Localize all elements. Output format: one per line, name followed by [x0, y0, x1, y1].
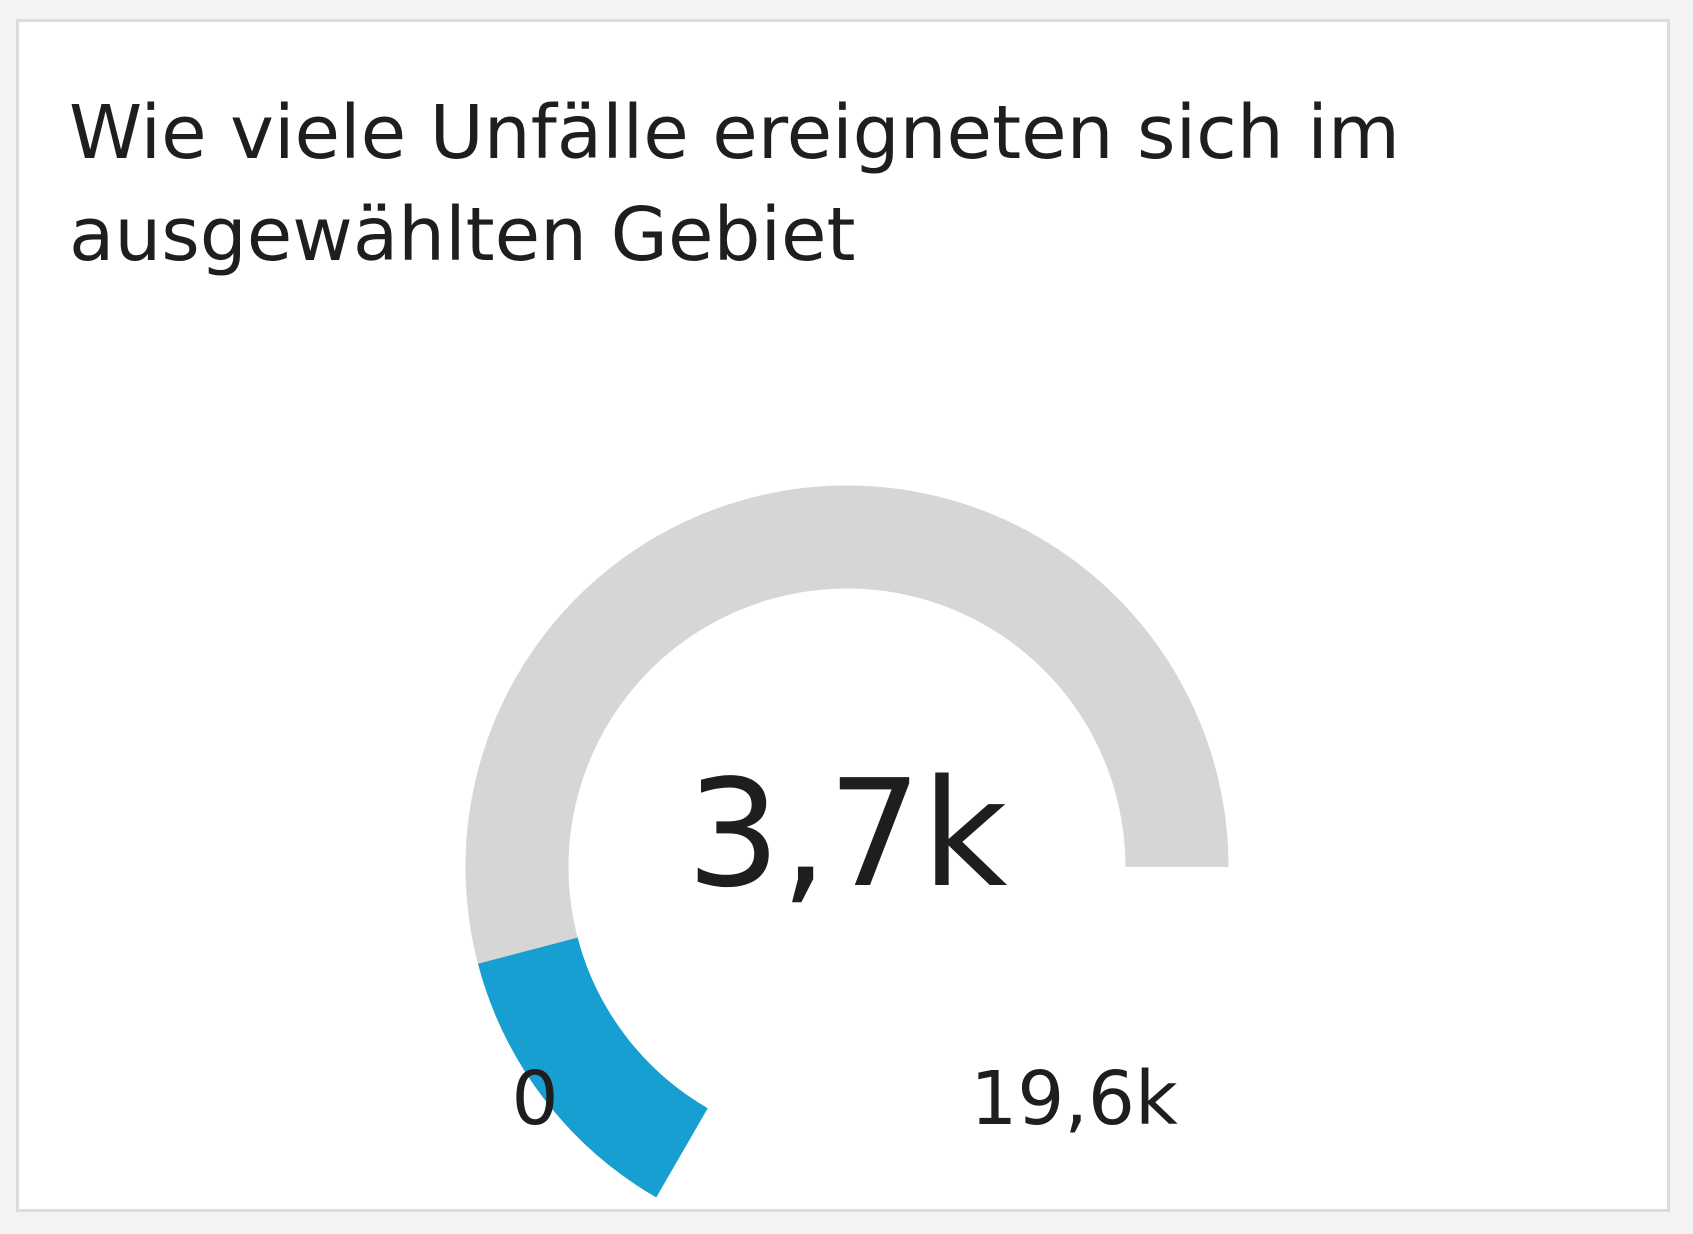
gauge-card: Wie viele Unfälle ereigneten sich im aus… — [16, 19, 1670, 1212]
gauge-max-label: 19,6k — [970, 1056, 1178, 1142]
gauge-chart: 3,7k 0 19,6k — [465, 485, 1229, 1198]
gauge-value-label: 3,7k — [686, 748, 1007, 920]
gauge-min-label: 0 — [511, 1056, 558, 1142]
